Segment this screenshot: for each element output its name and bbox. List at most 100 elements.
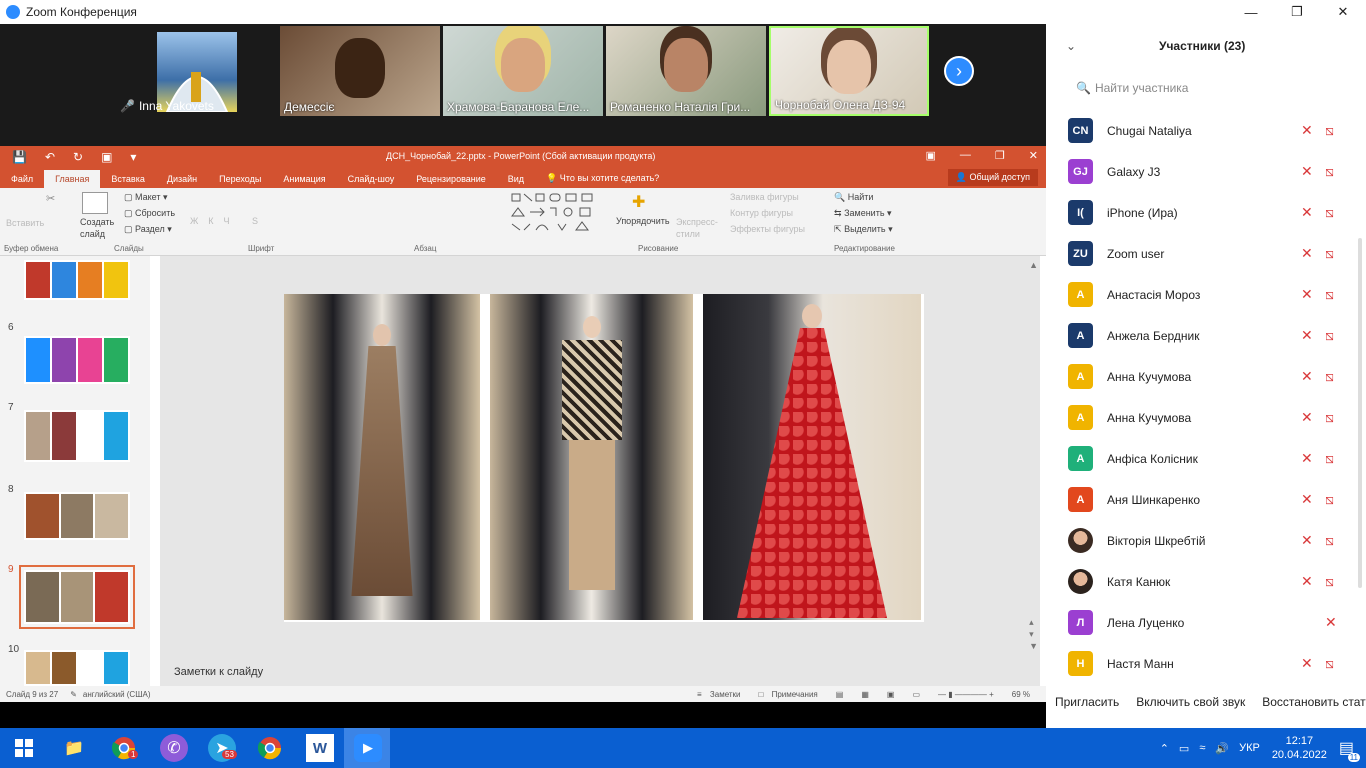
volume-icon[interactable]: 🔊 — [1215, 742, 1229, 755]
maximize-button[interactable]: ❐ — [1274, 0, 1320, 24]
muted-mic-icon[interactable]: ✕ — [1301, 327, 1313, 344]
tab-slideshow[interactable]: Слайд-шоу — [337, 174, 406, 188]
cut-icon[interactable]: ✂ — [46, 192, 55, 205]
video-tile-demessie[interactable]: Демессіє — [280, 26, 440, 116]
select-button[interactable]: ⇱ Выделить ▾ — [834, 224, 893, 235]
muted-mic-icon[interactable]: ✕ — [1301, 204, 1313, 221]
slide-thumbnail-5[interactable] — [24, 260, 130, 300]
video-tile-khramova[interactable]: Храмова-Баранова Еле... — [443, 26, 603, 116]
shape-effects-button[interactable]: Эффекты фигуры — [730, 224, 805, 234]
ppt-minimize-button[interactable]: — — [960, 149, 971, 162]
muted-mic-icon[interactable]: ✕ — [1301, 409, 1313, 426]
participant-search[interactable]: 🔍 Найти участника — [1046, 68, 1366, 108]
camera-off-icon[interactable]: ⧅ — [1325, 573, 1334, 590]
viber-icon[interactable]: ✆ — [160, 734, 188, 762]
slide-nav-icon[interactable]: ▴ ▾ ▼ — [1029, 616, 1038, 652]
muted-mic-icon[interactable]: ✕ — [1301, 491, 1313, 508]
slide-thumbnail-10[interactable] — [24, 650, 130, 686]
participant-row[interactable]: Катя Канюк ✕ ⧅ — [1046, 561, 1366, 602]
show-hidden-icons-chevron-icon[interactable]: ⌃ — [1160, 742, 1169, 755]
customize-toolbar-icon[interactable]: ▾ — [130, 150, 136, 164]
participant-row[interactable]: Вікторія Шкребтій ✕ ⧅ — [1046, 520, 1366, 561]
tab-transitions[interactable]: Переходы — [208, 174, 272, 188]
tab-design[interactable]: Дизайн — [156, 174, 208, 188]
muted-mic-icon[interactable]: ✕ — [1301, 450, 1313, 467]
unmute-button[interactable]: Включить свой звук — [1136, 695, 1245, 709]
muted-mic-icon[interactable]: ✕ — [1301, 286, 1313, 303]
participant-row[interactable]: GJ Galaxy J3 ✕ ⧅ — [1046, 151, 1366, 192]
shapes-gallery[interactable] — [510, 192, 610, 232]
camera-off-icon[interactable]: ⧅ — [1325, 163, 1334, 180]
muted-mic-icon[interactable]: ✕ — [1301, 122, 1313, 139]
tab-review[interactable]: Рецензирование — [405, 174, 497, 188]
clock[interactable]: 12:17 20.04.2022 — [1272, 734, 1327, 762]
muted-mic-icon[interactable]: ✕ — [1301, 245, 1313, 262]
tab-home[interactable]: Главная — [44, 170, 101, 188]
participant-row[interactable]: A Анжела Бердник ✕ ⧅ — [1046, 315, 1366, 356]
tell-me-search[interactable]: 💡 Что вы хотите сделать? — [535, 173, 670, 188]
slide-thumbnail-9-selected[interactable] — [19, 565, 135, 629]
file-explorer-icon[interactable]: 📁 — [60, 734, 88, 762]
muted-mic-icon[interactable]: ✕ — [1325, 614, 1337, 631]
spellcheck-icon[interactable]: ✎ — [70, 690, 77, 699]
express-styles-button[interactable]: Экспресс-стили — [676, 216, 720, 240]
video-tile-romanenko[interactable]: Романенко Наталія Гри... — [606, 26, 766, 116]
close-button[interactable]: ✕ — [1320, 0, 1366, 24]
muted-mic-icon[interactable]: ✕ — [1301, 655, 1313, 672]
invite-button[interactable]: Пригласить — [1055, 695, 1119, 709]
layout-button[interactable]: ▢ Макет ▾ — [124, 192, 168, 203]
scroll-up-icon[interactable]: ▲ — [1029, 260, 1038, 270]
muted-mic-icon[interactable]: ✕ — [1301, 368, 1313, 385]
zoom-app-icon[interactable]: ▶ — [354, 734, 382, 762]
video-tile-chornobai[interactable]: Чорнобай Олена ДЗ-94 — [769, 26, 929, 116]
paste-button[interactable]: Вставить — [6, 218, 44, 228]
camera-off-icon[interactable]: ⧅ — [1325, 655, 1334, 672]
redo-icon[interactable]: ↻ — [73, 150, 83, 164]
muted-mic-icon[interactable]: ✕ — [1301, 163, 1313, 180]
camera-off-icon[interactable]: ⧅ — [1325, 368, 1334, 385]
participant-row[interactable]: Л Лена Луценко ✕ — [1046, 602, 1366, 643]
save-icon[interactable]: 💾 — [12, 150, 27, 164]
tab-animations[interactable]: Анимация — [272, 174, 336, 188]
participant-row[interactable]: A Анна Кучумова ✕ ⧅ — [1046, 356, 1366, 397]
notes-button[interactable]: ≡ Заметки — [697, 690, 741, 699]
slide-photo-red-gown[interactable] — [703, 294, 921, 620]
arrange-button[interactable]: Упорядочить — [616, 216, 670, 226]
tab-view[interactable]: Вид — [497, 174, 535, 188]
participant-row[interactable]: CN Chugai Nataliya ✕ ⧅ — [1046, 110, 1366, 151]
zoom-slider[interactable]: — ▮ ———— + — [938, 690, 994, 699]
slideshow-icon[interactable]: ▭ — [912, 690, 920, 699]
camera-off-icon[interactable]: ⧅ — [1325, 491, 1334, 508]
language-indicator[interactable]: английский (США) — [83, 690, 151, 699]
new-slide-button[interactable]: Создать слайд — [80, 216, 120, 240]
participant-row[interactable]: H Настя Манн ✕ ⧅ — [1046, 643, 1366, 684]
shape-outline-button[interactable]: Контур фигуры — [730, 208, 793, 218]
participant-row[interactable]: A Аня Шинкаренко ✕ ⧅ — [1046, 479, 1366, 520]
tab-insert[interactable]: Вставка — [100, 174, 155, 188]
minimize-button[interactable]: — — [1228, 0, 1274, 24]
word-icon[interactable]: W — [306, 734, 334, 762]
ribbon-display-options-icon[interactable]: ▣ — [926, 149, 936, 162]
battery-icon[interactable]: ▭ — [1179, 742, 1189, 755]
current-slide[interactable] — [284, 294, 924, 622]
camera-off-icon[interactable]: ⧅ — [1325, 409, 1334, 426]
notifications-icon[interactable]: ▤ 11 — [1339, 738, 1360, 762]
muted-mic-icon[interactable]: ✕ — [1301, 532, 1313, 549]
camera-off-icon[interactable]: ⧅ — [1325, 286, 1334, 303]
next-page-arrow-icon[interactable]: › — [944, 56, 974, 86]
participant-row[interactable]: I(iPhone (Ира) ✕ ⧅ — [1046, 192, 1366, 233]
font-format-buttons[interactable]: ЖКЧ S — [190, 216, 268, 226]
slide-photo-vest-outfit[interactable] — [490, 294, 693, 620]
wifi-icon[interactable]: ≈ — [1199, 742, 1205, 754]
restore-status-button[interactable]: Восстановить стату — [1262, 695, 1366, 709]
camera-off-icon[interactable]: ⧅ — [1325, 327, 1334, 344]
participant-list-scrollbar[interactable] — [1358, 238, 1362, 588]
camera-off-icon[interactable]: ⧅ — [1325, 245, 1334, 262]
camera-off-icon[interactable]: ⧅ — [1325, 450, 1334, 467]
collapse-chevron-icon[interactable]: ⌄ — [1066, 39, 1076, 53]
slide-photo-embroidered-dress[interactable] — [284, 294, 480, 620]
replace-button[interactable]: ⇆ Заменить ▾ — [834, 208, 892, 219]
find-button[interactable]: 🔍 Найти — [834, 192, 873, 203]
ppt-restore-button[interactable]: ❐ — [995, 149, 1005, 162]
normal-view-icon[interactable]: ▤ — [836, 690, 844, 699]
